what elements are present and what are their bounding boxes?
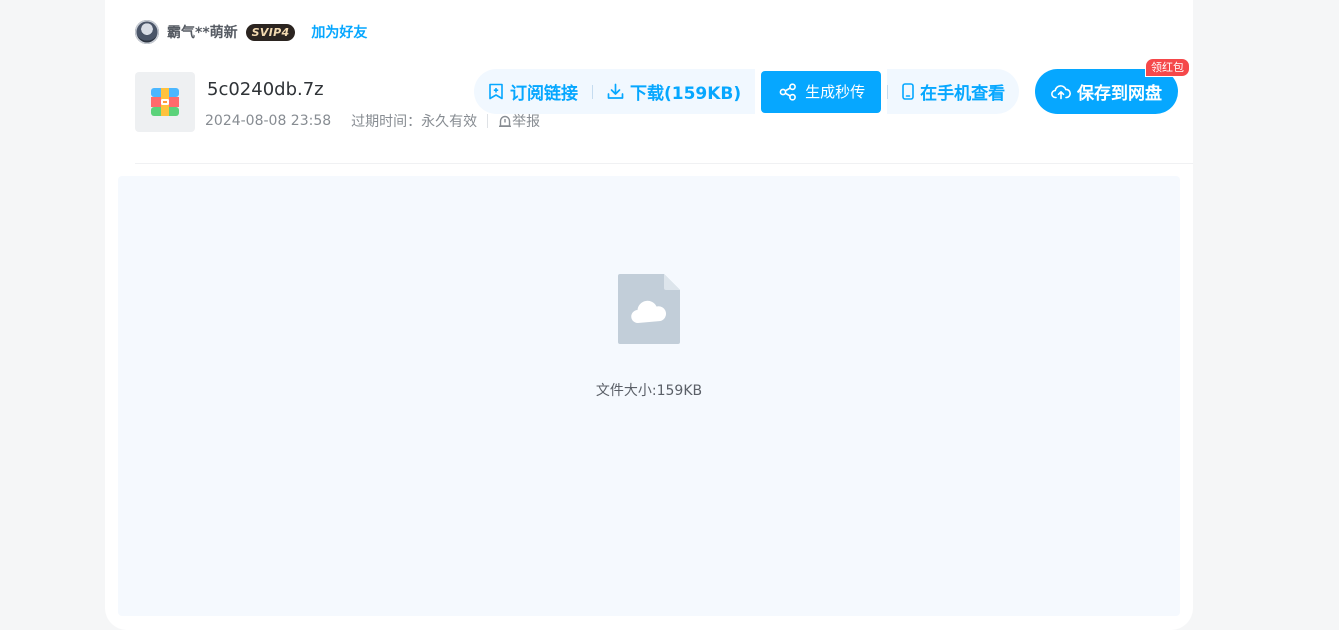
file-thumbnail [135, 72, 195, 132]
avatar[interactable] [135, 20, 159, 44]
quick-share-label: 生成秒传 [805, 83, 866, 101]
share-nodes-icon [779, 82, 797, 101]
alarm-icon [499, 115, 512, 128]
view-on-phone-button[interactable]: 在手机查看 [888, 69, 1019, 114]
toolbar-group-right: 在手机查看 [887, 69, 1020, 114]
cloud-file-icon [618, 274, 680, 344]
share-date: 2024-08-08 23:58 [205, 113, 332, 129]
meta-divider [487, 114, 489, 128]
svip-badge: SVIP4 [245, 23, 296, 41]
cloud-upload-icon [1051, 85, 1071, 100]
phone-view-label: 在手机查看 [920, 84, 1006, 104]
save-label: 保存到网盘 [1077, 84, 1162, 104]
header-divider [135, 163, 1193, 164]
red-envelope-badge[interactable]: 领红包 [1145, 58, 1190, 77]
file-size-text: 文件大小:159KB [595, 383, 703, 399]
download-label: 下载(159KB) [630, 84, 742, 104]
expire-time: 过期时间：永久有效 [351, 114, 478, 130]
download-icon [607, 83, 624, 99]
subscribe-link-button[interactable]: 订阅链接 [474, 69, 592, 114]
action-toolbar: 订阅链接 下载(159KB) 生成秒传 在手机查看 [474, 69, 1020, 114]
phone-icon [902, 83, 914, 100]
bookmark-plus-icon [489, 83, 503, 100]
report-label: 举报 [512, 114, 541, 130]
sharer-info: 霸气**萌新 SVIP4 加为好友 [135, 19, 367, 45]
quick-share-button[interactable]: 生成秒传 [761, 70, 882, 113]
file-preview-area: 文件大小:159KB [118, 176, 1180, 616]
file-name: 5c0240db.7z [207, 79, 324, 100]
user-name[interactable]: 霸气**萌新 [167, 22, 238, 42]
file-meta: 2024-08-08 23:58 过期时间：永久有效 举报 [205, 111, 540, 131]
download-button[interactable]: 下载(159KB) [593, 69, 755, 114]
report-button[interactable]: 举报 [498, 111, 540, 131]
subscribe-label: 订阅链接 [510, 84, 578, 104]
archive-file-icon [151, 88, 179, 116]
toolbar-group-left: 订阅链接 下载(159KB) [474, 69, 756, 114]
add-friend-link[interactable]: 加为好友 [311, 22, 367, 42]
